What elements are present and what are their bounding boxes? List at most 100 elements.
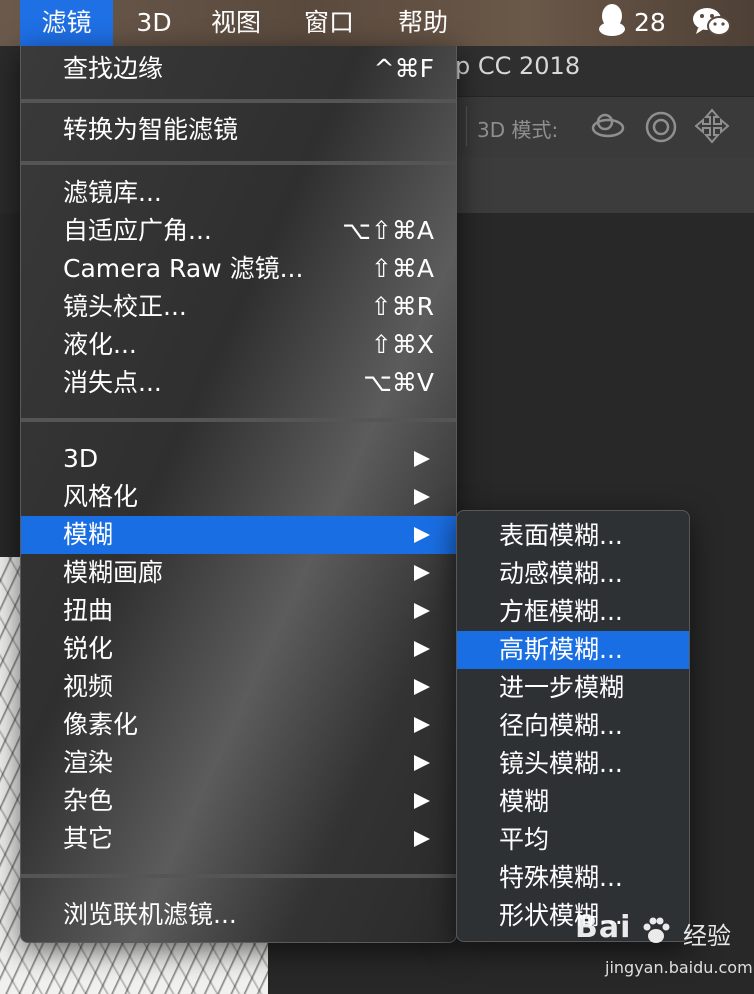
menu-item-vanishing-point[interactable]: 消失点... ⌥⌘V <box>21 364 456 402</box>
submenu-item-label: 表面模糊... <box>499 521 623 550</box>
paw-icon <box>643 917 670 943</box>
qq-penguin-icon <box>599 4 625 36</box>
menu-item-label: 查找边缘 <box>63 54 164 83</box>
submenu-item-blur[interactable]: 模糊 <box>457 783 689 821</box>
menu-item-label: 模糊画廊 <box>63 558 164 587</box>
menu-bar: 滤镜 3D 视图 窗口 帮助 28 <box>0 0 754 46</box>
options-divider <box>466 106 467 146</box>
submenu-item-average[interactable]: 平均 <box>457 821 689 859</box>
menu-item-pixelate[interactable]: 像素化 <box>21 706 456 744</box>
submenu-item-label: 动感模糊... <box>499 559 623 588</box>
menu-item-sharpen[interactable]: 锐化 <box>21 630 456 668</box>
menu-item-shortcut: ⇧⌘A <box>370 254 434 283</box>
submenu-item-label: 模糊 <box>499 787 550 816</box>
baidu-logo: Bai <box>575 910 632 945</box>
baidu-jingyan-watermark: Bai 经验 jingyan.baidu.com <box>575 910 753 990</box>
menu-separator <box>21 418 456 422</box>
menu-item-shortcut: ⇧⌘R <box>370 292 434 321</box>
menu-item-shortcut: ^⌘F <box>373 54 434 83</box>
submenu-item-label: 镜头模糊... <box>499 749 623 778</box>
menu-item-noise[interactable]: 杂色 <box>21 782 456 820</box>
submenu-item-surface-blur[interactable]: 表面模糊... <box>457 517 689 555</box>
submenu-item-box-blur[interactable]: 方框模糊... <box>457 593 689 631</box>
menu-separator <box>21 161 456 165</box>
menu-item-label: 模糊 <box>63 520 114 549</box>
menu-item-shortcut: ⌥⌘V <box>363 368 434 397</box>
blur-submenu: 表面模糊... 动感模糊... 方框模糊... 高斯模糊... 进一步模糊 径向… <box>456 510 690 942</box>
menu-item-other[interactable]: 其它 <box>21 820 456 858</box>
menu-item-3d[interactable]: 3D <box>21 440 456 478</box>
menu-item-label: 渲染 <box>63 748 114 777</box>
menu-item-label: 滤镜库... <box>63 178 162 207</box>
menu-item-label: 视频 <box>63 672 114 701</box>
menu-item-browse-online-filters[interactable]: 浏览联机滤镜... <box>21 896 456 934</box>
menu-item-label: 镜头校正... <box>63 292 187 321</box>
submenu-arrow-icon <box>414 679 430 695</box>
menu-item-label: 液化... <box>63 330 137 359</box>
3d-mode-label: 3D 模式: <box>477 118 559 142</box>
menu-item-liquify[interactable]: 液化... ⇧⌘X <box>21 326 456 364</box>
menu-item-filter-gallery[interactable]: 滤镜库... <box>21 174 456 212</box>
submenu-arrow-icon <box>414 489 430 505</box>
roll-3d-icon[interactable] <box>641 106 681 146</box>
menu-item-shortcut: ⌥⇧⌘A <box>342 216 434 245</box>
menu-item-label: 像素化 <box>63 710 139 739</box>
menu-filter[interactable]: 滤镜 <box>20 0 113 46</box>
menu-item-blur-gallery[interactable]: 模糊画廊 <box>21 554 456 592</box>
submenu-item-label: 方框模糊... <box>499 597 623 626</box>
ps-window-title: p CC 2018 <box>455 52 581 80</box>
submenu-item-gaussian-blur[interactable]: 高斯模糊... <box>457 631 689 669</box>
menu-3d[interactable]: 3D <box>126 0 182 46</box>
submenu-item-smart-blur[interactable]: 特殊模糊... <box>457 859 689 897</box>
menu-item-label: 风格化 <box>63 482 139 511</box>
submenu-item-label: 平均 <box>499 825 550 854</box>
menu-item-blur[interactable]: 模糊 <box>21 516 456 554</box>
submenu-item-label: 特殊模糊... <box>499 863 623 892</box>
submenu-item-motion-blur[interactable]: 动感模糊... <box>457 555 689 593</box>
submenu-item-radial-blur[interactable]: 径向模糊... <box>457 707 689 745</box>
submenu-arrow-icon <box>414 641 430 657</box>
menu-item-label: 转换为智能滤镜 <box>63 115 239 144</box>
submenu-arrow-icon <box>414 831 430 847</box>
menu-view[interactable]: 视图 <box>198 0 274 46</box>
submenu-arrow-icon <box>414 793 430 809</box>
menu-item-label: 浏览联机滤镜... <box>63 900 237 929</box>
menu-window[interactable]: 窗口 <box>291 0 367 46</box>
submenu-arrow-icon <box>414 527 430 543</box>
pan-3d-icon[interactable] <box>692 106 732 146</box>
wechat-icon <box>693 8 731 36</box>
menu-item-camera-raw[interactable]: Camera Raw 滤镜... ⇧⌘A <box>21 250 456 288</box>
menu-item-distort[interactable]: 扭曲 <box>21 592 456 630</box>
menu-help[interactable]: 帮助 <box>385 0 461 46</box>
watermark-url: jingyan.baidu.com <box>605 958 753 977</box>
menu-item-shortcut: ⇧⌘X <box>370 330 434 359</box>
menu-item-adaptive-wide-angle[interactable]: 自适应广角... ⌥⇧⌘A <box>21 212 456 250</box>
menu-item-convert-smart-filters[interactable]: 转换为智能滤镜 <box>21 111 456 149</box>
menu-item-render[interactable]: 渲染 <box>21 744 456 782</box>
menu-item-lens-correction[interactable]: 镜头校正... ⇧⌘R <box>21 288 456 326</box>
submenu-item-blur-more[interactable]: 进一步模糊 <box>457 669 689 707</box>
submenu-arrow-icon <box>414 565 430 581</box>
submenu-arrow-icon <box>414 451 430 467</box>
menu-item-video[interactable]: 视频 <box>21 668 456 706</box>
wechat-status[interactable] <box>692 0 732 46</box>
qq-count: 28 <box>633 8 666 37</box>
submenu-item-label: 径向模糊... <box>499 711 623 740</box>
submenu-item-label: 进一步模糊 <box>499 673 625 702</box>
menu-item-label: 3D <box>63 444 99 473</box>
orbit-3d-icon[interactable] <box>588 106 628 146</box>
submenu-arrow-icon <box>414 717 430 733</box>
menu-item-label: 其它 <box>63 824 114 853</box>
menu-item-label: Camera Raw 滤镜... <box>63 254 304 283</box>
menu-item-label: 扭曲 <box>63 596 114 625</box>
menu-separator <box>21 99 456 103</box>
menu-item-label: 锐化 <box>63 634 114 663</box>
menu-item-find-edges[interactable]: 查找边缘 ^⌘F <box>21 50 456 88</box>
submenu-item-lens-blur[interactable]: 镜头模糊... <box>457 745 689 783</box>
qq-status[interactable]: 28 <box>598 0 666 46</box>
menu-item-label: 消失点... <box>63 368 162 397</box>
menu-separator <box>21 874 456 878</box>
ps-document-tabs <box>455 157 754 213</box>
menu-item-label: 杂色 <box>63 786 114 815</box>
menu-item-stylize[interactable]: 风格化 <box>21 478 456 516</box>
